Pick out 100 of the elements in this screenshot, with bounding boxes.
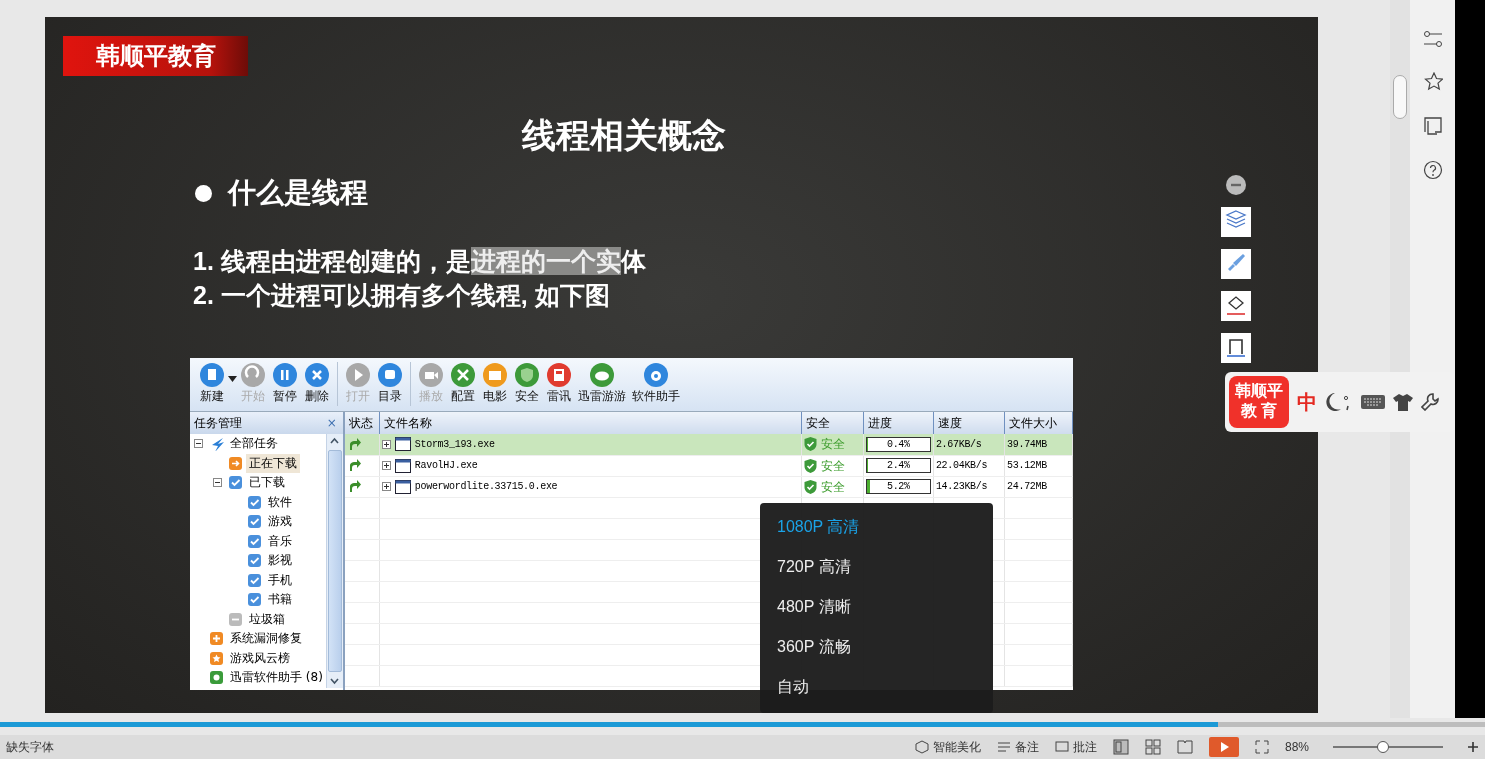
collapse-icon[interactable] (194, 439, 203, 449)
bullet-dot (195, 184, 212, 202)
point-text: 2. 一个进程可以拥有多个线程, 如下图 (193, 280, 610, 311)
column-header[interactable]: 速度 (933, 412, 1005, 434)
scrollbar-thumb[interactable] (327, 450, 342, 672)
expand-icon[interactable] (381, 439, 391, 449)
tree-item[interactable]: 全部任务 (227, 434, 281, 454)
menu-item[interactable]: 720P 高清 (760, 549, 993, 589)
file-name: powerwordlite.33715.0.exe (414, 480, 558, 494)
shield-icon (804, 479, 818, 494)
ime-mode[interactable]: 中 (1297, 387, 1317, 417)
speed-cell: 14.23KB/s (933, 476, 1005, 497)
column-header[interactable]: 文件名称 (379, 412, 802, 434)
scrollbar-thumb[interactable] (1393, 75, 1407, 119)
book-icon[interactable] (1176, 739, 1193, 755)
menu-item[interactable]: 480P 清晰 (760, 589, 993, 629)
star-icon[interactable] (1422, 72, 1443, 92)
caret-icon[interactable] (228, 376, 237, 382)
tool-button[interactable] (1221, 291, 1251, 321)
window-icon (394, 437, 411, 452)
toolbar-button[interactable]: 新建 (196, 362, 228, 404)
pane-title: 任务管理 (194, 415, 242, 432)
toolbar-button[interactable]: 雷讯 (543, 362, 575, 404)
file-name: RavolHJ.exe (414, 459, 478, 473)
notes-button[interactable]: 备注 (1014, 738, 1039, 756)
size-cell: 24.72MB (1004, 476, 1073, 497)
zoom-thumb[interactable] (1376, 741, 1389, 753)
shield-icon (804, 437, 818, 452)
expand-icon[interactable] (381, 461, 391, 470)
check-icon (247, 494, 262, 510)
bullet-heading: 什么是线程 (228, 176, 368, 210)
window-icon (394, 458, 411, 473)
toolbar-button[interactable]: 电影 (479, 362, 511, 404)
minus-icon[interactable] (1226, 175, 1246, 195)
window-icon (394, 479, 411, 494)
ime-logo: 韩顺平 教 育 (1229, 376, 1289, 428)
shield-icon (804, 458, 818, 473)
tree-item[interactable]: 书籍 (265, 590, 295, 610)
beautify-button[interactable]: 智能美化 (932, 738, 981, 756)
sliders-icon[interactable] (1422, 30, 1443, 48)
menu-item[interactable]: 自动 (760, 669, 993, 709)
menu-item[interactable]: 1080P 高清 (760, 509, 993, 549)
tree-item[interactable]: 音乐 (265, 531, 295, 551)
plus-icon (209, 631, 224, 647)
cube-icon (914, 740, 929, 754)
check-icon (247, 572, 262, 588)
progress-text: 2.4% (885, 459, 911, 472)
tree-item[interactable]: 正在下载 (246, 453, 300, 473)
tree-item[interactable]: 垃圾箱 (246, 609, 288, 629)
tree-item[interactable]: 游戏风云榜 (227, 648, 293, 668)
screen-icon[interactable] (1422, 116, 1443, 136)
notes-icon (996, 740, 1011, 754)
check-icon (247, 553, 262, 569)
column-header[interactable]: 文件大小 (1004, 412, 1073, 434)
close-button[interactable]: × (324, 412, 339, 434)
status-text[interactable]: 缺失字体 (6, 738, 54, 756)
size-cell: 53.12MB (1004, 455, 1073, 476)
toolbar-button[interactable]: 目录 (374, 362, 406, 404)
normal-view-icon[interactable] (1112, 739, 1129, 755)
tree-item[interactable]: 游戏 (265, 512, 295, 532)
tree-item[interactable]: 手机 (265, 570, 295, 590)
check-icon (228, 475, 243, 491)
size-cell: 39.74MB (1004, 434, 1073, 455)
check-icon (247, 514, 262, 530)
tree-item[interactable]: 系统漏洞修复 (227, 629, 305, 649)
minus-icon (228, 611, 243, 627)
file-name: Storm3_193.exe (414, 437, 495, 452)
check-icon (247, 592, 262, 608)
toolbar-button[interactable]: 迅雷游游 (575, 362, 629, 404)
tree-item[interactable]: 迅雷软件助手 (8) (227, 668, 326, 688)
expand-icon[interactable] (381, 482, 391, 491)
speed-cell: 2.67KB/s (933, 434, 1005, 455)
toolbar-button[interactable]: 安全 (511, 362, 543, 404)
column-header[interactable]: 进度 (863, 412, 934, 434)
toolbar-button[interactable]: 软件助手 (629, 362, 683, 404)
tree-item[interactable]: 软件 (265, 492, 295, 512)
grid-view-icon[interactable] (1144, 739, 1161, 755)
toolbar-button[interactable]: 暂停 (269, 362, 301, 404)
tree-item[interactable]: 已下载 (246, 473, 288, 493)
plus-icon[interactable] (1467, 741, 1479, 753)
collapse-icon[interactable] (213, 478, 222, 488)
video-progress-track[interactable] (0, 722, 1485, 727)
logo-badge: 韩顺平教育 (63, 36, 248, 76)
shirt-icon[interactable] (1393, 393, 1413, 411)
safety-status: 安全 (821, 478, 845, 496)
toolbar-button[interactable]: 删除 (301, 362, 333, 404)
progress-text: 0.4% (885, 437, 911, 451)
menu-item[interactable]: 360P 流畅 (760, 629, 993, 669)
keyboard-icon[interactable] (1361, 394, 1385, 410)
help-icon[interactable] (1422, 160, 1443, 180)
comment-icon (1054, 740, 1069, 754)
tool-button[interactable] (1221, 207, 1251, 237)
column-header[interactable]: 状态 (344, 412, 380, 434)
column-header[interactable]: 安全 (801, 412, 864, 434)
play-button[interactable] (1208, 737, 1239, 757)
zoom-text: 88% (1284, 739, 1309, 756)
toolbar-button[interactable]: 配置 (447, 362, 479, 404)
comments-button[interactable]: 批注 (1072, 738, 1097, 756)
tree-item[interactable]: 影视 (265, 551, 295, 571)
tool-button[interactable] (1221, 333, 1251, 363)
